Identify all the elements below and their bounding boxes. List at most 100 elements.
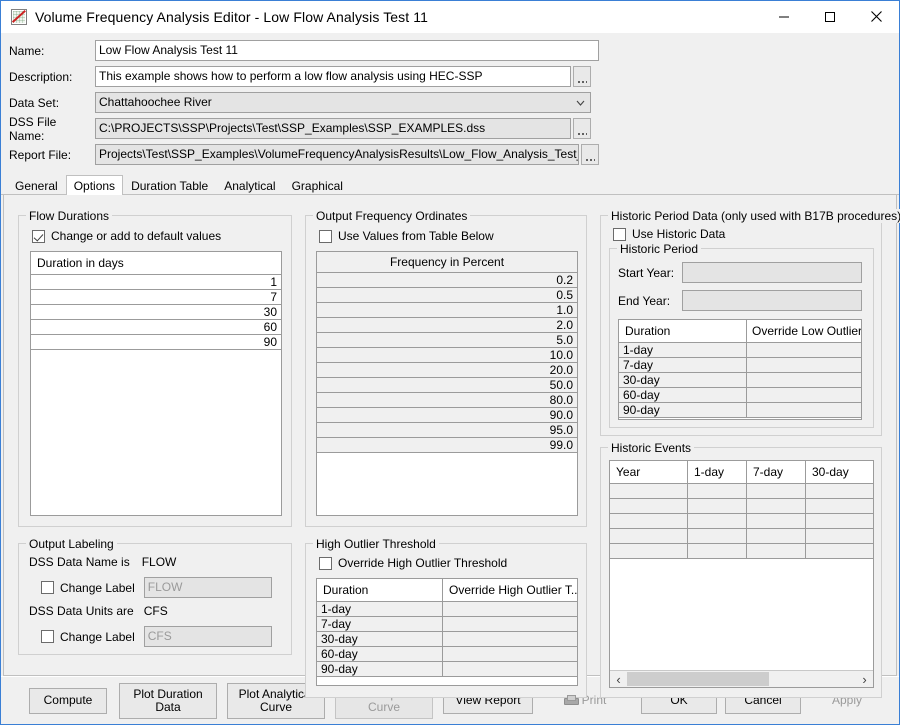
day30-cell [806, 499, 873, 513]
use-values-from-table-checkbox[interactable]: Use Values from Table Below [319, 229, 494, 243]
chevron-down-icon[interactable] [571, 92, 591, 113]
start-year-input[interactable] [682, 262, 862, 283]
flow-durations-table[interactable]: Duration in days 1 7 30 60 90 [30, 251, 282, 516]
output-frequency-title: Output Frequency Ordinates [313, 209, 471, 223]
historic-events-group: Historic Events Year 1-day 7-day 30-day [600, 441, 882, 698]
dataset-label: Data Set: [9, 95, 60, 110]
use-historic-data-label: Use Historic Data [632, 227, 726, 241]
tab-graphical[interactable]: Graphical [284, 176, 351, 195]
table-row[interactable]: 60-day [619, 388, 861, 403]
table-row[interactable] [610, 499, 873, 514]
table-row[interactable]: 90-day [317, 662, 577, 677]
maximize-button[interactable] [807, 1, 853, 33]
tab-options[interactable]: Options [65, 175, 124, 195]
options-tab-panel: Flow Durations Change or add to default … [3, 195, 900, 698]
description-browse-button[interactable] [573, 66, 591, 87]
override-high-outlier-checkbox[interactable]: Override High Outlier Threshold [319, 556, 507, 570]
checkbox-box [32, 229, 45, 243]
table-row[interactable]: 10.0 [317, 348, 577, 363]
table-row[interactable]: 60 [31, 320, 281, 335]
compute-button[interactable]: Compute [29, 687, 107, 714]
year-cell [610, 544, 688, 558]
scroll-left-icon[interactable]: ‹ [610, 671, 627, 687]
scroll-right-icon[interactable]: › [856, 671, 873, 687]
checkbox-box [41, 581, 54, 594]
table-row[interactable]: 1.0 [317, 303, 577, 318]
table-row[interactable]: 30-day [317, 632, 577, 647]
table-row[interactable]: 60-day [317, 647, 577, 662]
change-label-units-checkbox[interactable]: Change Label [41, 630, 135, 644]
dss-data-units-value: CFS [143, 604, 168, 618]
override-cell [443, 602, 577, 616]
table-row[interactable]: 99.0 [317, 438, 577, 453]
table-row[interactable]: 90.0 [317, 408, 577, 423]
table-row[interactable] [610, 529, 873, 544]
dss-file-input[interactable]: C:\PROJECTS\SSP\Projects\Test\SSP_Exampl… [95, 118, 571, 139]
minimize-button[interactable] [761, 1, 807, 33]
report-file-input[interactable]: Projects\Test\SSP_Examples\VolumeFrequen… [95, 144, 579, 165]
table-row[interactable]: 90-day [619, 403, 861, 418]
change-label-units-label: Change Label [60, 629, 135, 644]
high-outlier-col-override: Override High Outlier T... [449, 583, 577, 597]
table-row[interactable]: 20.0 [317, 363, 577, 378]
name-label-input[interactable]: FLOW [143, 577, 272, 598]
table-row[interactable]: 1-day [619, 343, 861, 358]
flow-durations-group: Flow Durations Change or add to default … [18, 209, 292, 527]
table-row[interactable]: 7-day [619, 358, 861, 373]
table-row[interactable]: 30 [31, 305, 281, 320]
plot-duration-data-button[interactable]: Plot Duration Data [119, 682, 217, 719]
end-year-input[interactable] [682, 290, 862, 311]
frequency-value: 0.2 [317, 273, 577, 287]
name-input[interactable]: Low Flow Analysis Test 11 [95, 40, 599, 61]
table-row[interactable]: 2.0 [317, 318, 577, 333]
table-row[interactable]: 95.0 [317, 423, 577, 438]
units-label-input[interactable]: CFS [143, 626, 272, 647]
dataset-row: Data Set: Chattahoochee River [9, 91, 891, 114]
table-row[interactable]: 1-day [317, 602, 577, 617]
frequency-value: 95.0 [317, 423, 577, 437]
historic-events-table[interactable]: Year 1-day 7-day 30-day ‹ › [609, 460, 874, 688]
table-row[interactable]: 30-day [619, 373, 861, 388]
change-label-name-checkbox[interactable]: Change Label [41, 581, 135, 595]
table-row[interactable]: 90 [31, 335, 281, 350]
scroll-thumb[interactable] [627, 672, 769, 686]
title-bar: Volume Frequency Analysis Editor - Low F… [1, 1, 899, 33]
frequency-value: 5.0 [317, 333, 577, 347]
printer-icon [563, 695, 579, 706]
description-label: Description: [9, 69, 73, 84]
table-row[interactable] [610, 544, 873, 559]
historic-events-col-year: Year [610, 461, 688, 483]
historic-events-hscrollbar[interactable]: ‹ › [610, 670, 873, 687]
close-button[interactable] [853, 1, 899, 33]
table-row[interactable]: 1 [31, 275, 281, 290]
dataset-select-value[interactable]: Chattahoochee River [95, 92, 571, 113]
change-or-add-defaults-checkbox[interactable]: Change or add to default values [32, 229, 221, 243]
table-row[interactable] [610, 514, 873, 529]
use-historic-data-checkbox[interactable]: Use Historic Data [613, 227, 725, 241]
dss-file-browse-button[interactable] [573, 118, 591, 139]
tab-duration-table[interactable]: Duration Table [123, 176, 216, 195]
frequency-in-percent-header: Frequency in Percent [389, 255, 505, 269]
table-row[interactable]: 80.0 [317, 393, 577, 408]
description-input[interactable]: This example shows how to perform a low … [95, 66, 571, 87]
table-row[interactable]: 5.0 [317, 333, 577, 348]
table-row[interactable]: 50.0 [317, 378, 577, 393]
historic-period-table[interactable]: Duration Override Low Outlier Thr... 1-d… [618, 319, 862, 420]
table-row[interactable]: 7-day [317, 617, 577, 632]
table-row[interactable]: 0.2 [317, 273, 577, 288]
flow-durations-title: Flow Durations [26, 209, 113, 223]
tab-general[interactable]: General [7, 176, 66, 195]
day1-cell [688, 484, 747, 498]
high-outlier-table[interactable]: Duration Override High Outlier T... 1-da… [316, 578, 578, 686]
table-row[interactable]: 0.5 [317, 288, 577, 303]
scroll-track[interactable] [627, 671, 856, 687]
report-file-browse-button[interactable] [581, 144, 599, 165]
day7-cell [747, 529, 806, 543]
output-frequency-table[interactable]: Frequency in Percent 0.2 0.5 1.0 2.0 5.0… [316, 251, 578, 516]
override-cell [747, 373, 861, 387]
override-cell [443, 617, 577, 631]
table-row[interactable]: 7 [31, 290, 281, 305]
report-file-label: Report File: [9, 147, 72, 162]
tab-analytical[interactable]: Analytical [216, 176, 283, 195]
table-row[interactable] [610, 484, 873, 499]
